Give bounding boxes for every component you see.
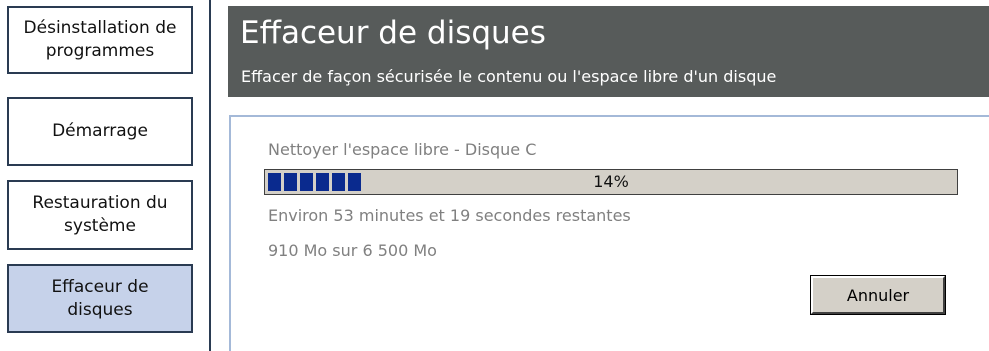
sidebar-item-effaceur[interactable]: Effaceur de disques — [7, 264, 193, 333]
sidebar-item-desinstallation[interactable]: Désinstallation de programmes — [7, 6, 193, 74]
cancel-button[interactable]: Annuler — [810, 275, 946, 315]
page-subtitle: Effacer de façon sécurisée le contenu ou… — [241, 67, 777, 86]
sidebar-item-label: Restauration du système — [32, 193, 168, 236]
progress-percent-label: 14% — [593, 172, 629, 191]
sidebar-item-label: Désinstallation de programmes — [23, 18, 177, 61]
sidebar-divider — [209, 0, 211, 351]
progress-bar: 14% — [264, 169, 958, 195]
sidebar-item-restauration[interactable]: Restauration du système — [7, 180, 193, 250]
sidebar-item-label: Effaceur de disques — [51, 276, 149, 320]
size-progress-text: 910 Mo sur 6 500 Mo — [268, 241, 437, 260]
page-title: Effaceur de disques — [240, 15, 546, 51]
page-header: Effaceur de disques Effacer de façon séc… — [228, 6, 989, 97]
sidebar-item-demarrage[interactable]: Démarrage — [7, 97, 193, 166]
task-panel: Nettoyer l'espace libre - Disque C 14% E… — [229, 115, 989, 351]
sidebar-item-label: Démarrage — [52, 121, 148, 141]
task-title: Nettoyer l'espace libre - Disque C — [268, 140, 537, 159]
time-remaining-text: Environ 53 minutes et 19 secondes restan… — [268, 206, 631, 225]
